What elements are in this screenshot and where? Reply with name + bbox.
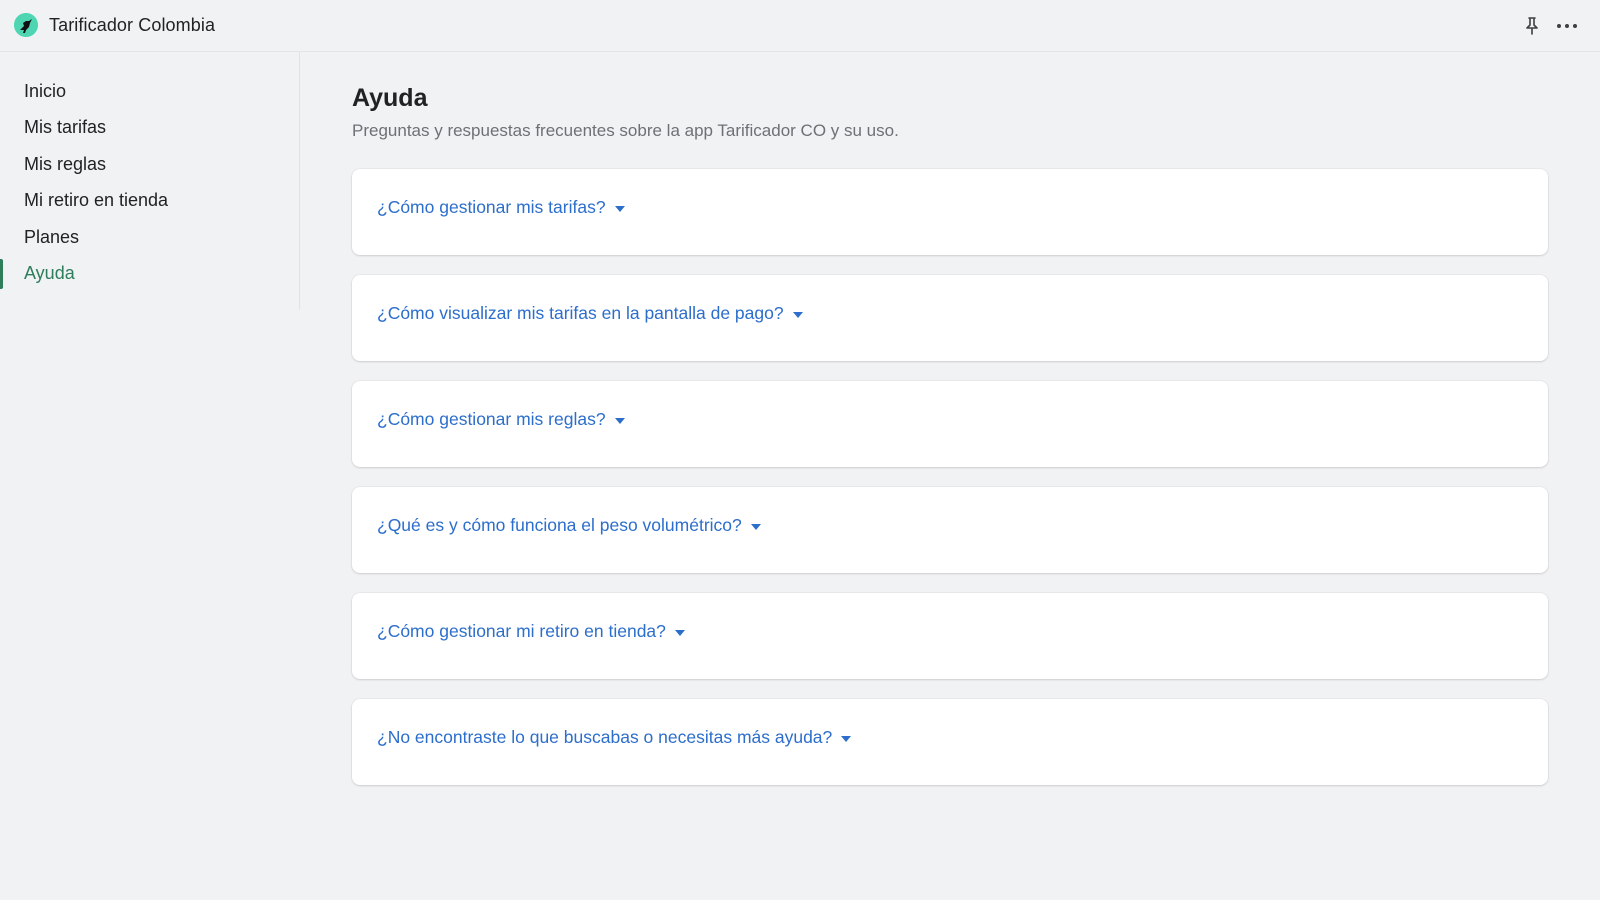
- caret-down-icon: [614, 417, 625, 424]
- more-horizontal-icon[interactable]: [1555, 14, 1579, 38]
- faq-card: ¿Qué es y cómo funciona el peso volumétr…: [352, 487, 1548, 573]
- page-title: Ayuda: [352, 84, 428, 112]
- sidebar-item-mi-retiro-en-tienda[interactable]: Mi retiro en tienda: [0, 182, 299, 218]
- faq-toggle-mas-ayuda[interactable]: ¿No encontraste lo que buscabas o necesi…: [377, 727, 852, 748]
- sidebar-item-label: Inicio: [24, 80, 67, 101]
- faq-toggle-peso-volumetrico[interactable]: ¿Qué es y cómo funciona el peso volumétr…: [377, 515, 761, 536]
- caret-down-icon: [674, 629, 685, 636]
- bird-logo-icon: [14, 13, 38, 37]
- app-title: Tarificador Colombia: [49, 15, 216, 35]
- sidebar-item-label: Mis reglas: [24, 153, 107, 174]
- faq-question: ¿Cómo visualizar mis tarifas en la panta…: [377, 303, 784, 323]
- top-bar: Tarificador Colombia: [0, 0, 1600, 52]
- sidebar-item-label: Mi retiro en tienda: [24, 189, 169, 210]
- sidebar-nav: Inicio Mis tarifas Mis reglas Mi retiro …: [0, 52, 300, 310]
- faq-card: ¿Cómo gestionar mis tarifas?: [352, 169, 1548, 255]
- page-subtitle: Preguntas y respuestas frecuentes sobre …: [352, 121, 899, 140]
- sidebar-item-label: Mis tarifas: [24, 116, 107, 137]
- pin-icon[interactable]: [1520, 14, 1544, 38]
- sidebar-item-inicio[interactable]: Inicio: [0, 73, 299, 109]
- faq-question: ¿Qué es y cómo funciona el peso volumétr…: [377, 515, 742, 535]
- sidebar-item-label: Ayuda: [24, 262, 75, 283]
- faq-card: ¿No encontraste lo que buscabas o necesi…: [352, 699, 1548, 785]
- caret-down-icon: [792, 311, 803, 318]
- faq-card: ¿Cómo visualizar mis tarifas en la panta…: [352, 275, 1548, 361]
- faq-card: ¿Cómo gestionar mis reglas?: [352, 381, 1548, 467]
- caret-down-icon: [614, 205, 625, 212]
- faq-toggle-visualizar-tarifas[interactable]: ¿Cómo visualizar mis tarifas en la panta…: [377, 303, 803, 324]
- faq-question: ¿Cómo gestionar mi retiro en tienda?: [377, 621, 666, 641]
- faq-toggle-gestionar-tarifas[interactable]: ¿Cómo gestionar mis tarifas?: [377, 197, 625, 218]
- faq-toggle-gestionar-reglas[interactable]: ¿Cómo gestionar mis reglas?: [377, 409, 625, 430]
- sidebar-item-ayuda[interactable]: Ayuda: [0, 255, 299, 291]
- faq-toggle-retiro-en-tienda[interactable]: ¿Cómo gestionar mi retiro en tienda?: [377, 621, 685, 642]
- faq-question: ¿Cómo gestionar mis reglas?: [377, 409, 606, 429]
- sidebar-item-planes[interactable]: Planes: [0, 219, 299, 255]
- caret-down-icon: [750, 523, 761, 530]
- faq-question: ¿Cómo gestionar mis tarifas?: [377, 197, 606, 217]
- sidebar-item-label: Planes: [24, 226, 80, 247]
- caret-down-icon: [841, 735, 852, 742]
- sidebar-item-mis-tarifas[interactable]: Mis tarifas: [0, 109, 299, 145]
- sidebar-item-mis-reglas[interactable]: Mis reglas: [0, 146, 299, 182]
- faq-card: ¿Cómo gestionar mi retiro en tienda?: [352, 593, 1548, 679]
- faq-question: ¿No encontraste lo que buscabas o necesi…: [377, 727, 833, 747]
